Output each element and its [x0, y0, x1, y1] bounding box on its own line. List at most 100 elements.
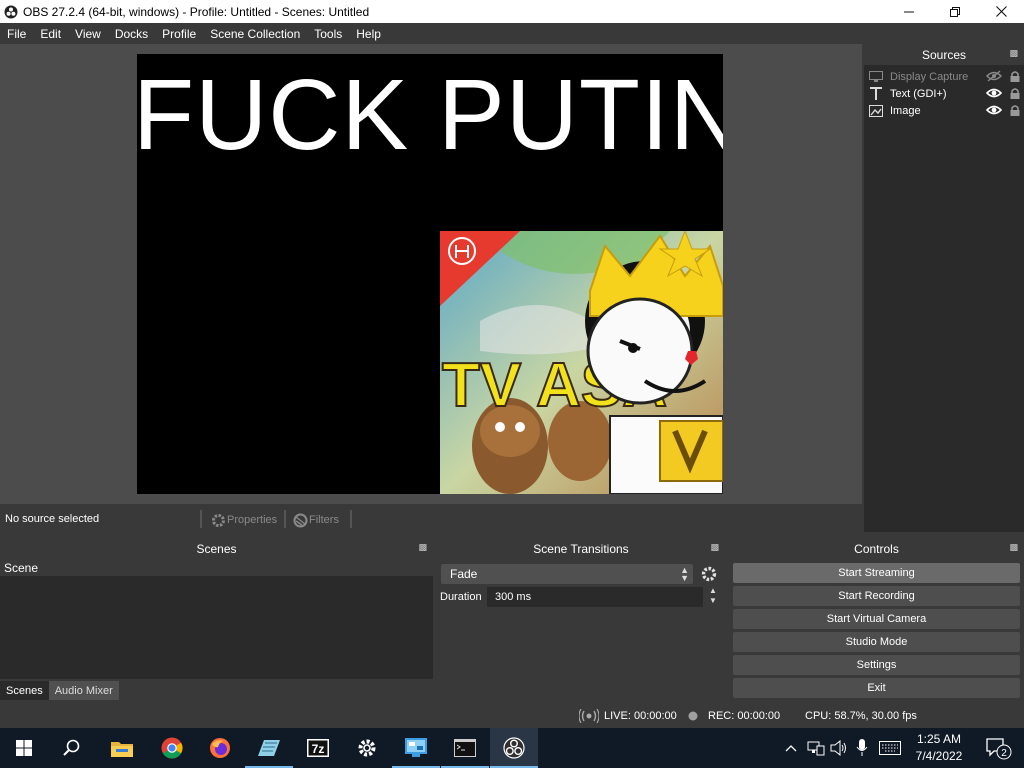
preview-area[interactable]: FUCK PUTIN TV ASA	[0, 44, 862, 504]
close-button[interactable]	[978, 0, 1024, 23]
menu-file[interactable]: File	[0, 27, 33, 41]
start-recording-button[interactable]: Start Recording	[733, 586, 1020, 606]
controls-title-bar: Controls ▩	[729, 538, 1024, 559]
tab-audio-mixer[interactable]: Audio Mixer	[48, 681, 119, 700]
taskbar-chrome[interactable]	[148, 728, 196, 768]
clock-date: 7/4/2022	[915, 749, 963, 763]
chevron-up-icon[interactable]: ▲	[709, 586, 717, 596]
studio-mode-button[interactable]: Studio Mode	[733, 632, 1020, 652]
taskbar-clock[interactable]: 1:25 AM 7/4/2022	[906, 731, 972, 765]
microphone-tray-button[interactable]	[852, 728, 872, 768]
menu-help[interactable]: Help	[349, 27, 388, 41]
7zip-icon: 7z	[307, 739, 329, 757]
chrome-icon	[161, 737, 183, 759]
toolbar-separator	[284, 510, 286, 528]
gear-icon	[212, 513, 225, 527]
exit-button[interactable]: Exit	[733, 678, 1020, 698]
source-toolbar: No source selected Properties Filters	[0, 504, 862, 534]
controls-dock: Controls ▩ Start Streaming Start Recordi…	[729, 538, 1024, 700]
scenes-tab-bar: Scenes Audio Mixer	[0, 679, 433, 700]
menu-bar: File Edit View Docks Profile Scene Colle…	[0, 23, 1024, 44]
7zip-label: 7z	[312, 742, 325, 756]
duration-input[interactable]: 300 ms	[487, 587, 703, 607]
touch-keyboard-button[interactable]	[876, 728, 904, 768]
transition-settings-button[interactable]	[700, 565, 718, 586]
chevron-up-icon	[785, 745, 797, 752]
menu-docks[interactable]: Docks	[108, 27, 155, 41]
restore-button[interactable]	[932, 0, 978, 23]
start-virtual-camera-button[interactable]: Start Virtual Camera	[733, 609, 1020, 629]
rec-time: REC: 00:00:00	[708, 710, 781, 722]
taskbar-search-button[interactable]	[48, 728, 96, 768]
taskbar-control-panel[interactable]	[392, 728, 440, 768]
no-source-label: No source selected	[5, 513, 100, 525]
taskbar: 7z 1:25 AM 7/4/2022 2	[0, 728, 1024, 768]
source-item-image[interactable]: Image	[864, 102, 1024, 119]
undock-icon[interactable]: ▩	[1009, 542, 1018, 553]
menu-profile[interactable]: Profile	[155, 27, 203, 41]
scenes-title-bar: Scenes ▩	[0, 538, 433, 559]
menu-view[interactable]: View	[68, 27, 108, 41]
minimize-button[interactable]	[886, 0, 932, 23]
lock-icon[interactable]	[1009, 70, 1021, 86]
network-tray-button[interactable]	[805, 728, 827, 768]
controls-title: Controls	[854, 541, 899, 556]
undock-icon[interactable]: ▩	[418, 542, 427, 553]
start-button[interactable]	[0, 728, 48, 768]
notification-count: 2	[1001, 748, 1007, 759]
filters-button[interactable]: Filters	[292, 511, 339, 529]
close-icon	[995, 6, 1007, 17]
taskbar-file-explorer[interactable]	[98, 728, 146, 768]
text-icon	[868, 86, 884, 101]
duration-stepper[interactable]: ▲ ▼	[705, 586, 721, 608]
taskbar-terminal[interactable]	[441, 728, 489, 768]
source-name: Text (GDI+)	[890, 87, 947, 100]
taskbar-obs[interactable]	[490, 728, 538, 768]
eye-hidden-icon[interactable]	[985, 70, 1003, 85]
title-bar: OBS 27.2.4 (64-bit, windows) - Profile: …	[0, 0, 1024, 23]
clock-time: 1:25 AM	[916, 732, 962, 746]
settings-button[interactable]: Settings	[733, 655, 1020, 675]
notepad-icon	[258, 740, 280, 756]
start-streaming-button[interactable]: Start Streaming	[733, 563, 1020, 583]
scene-list-item[interactable]: Scene	[0, 559, 433, 576]
search-icon	[63, 739, 80, 756]
filters-label: Filters	[309, 514, 339, 526]
image-source-preview[interactable]: TV ASA	[440, 231, 723, 494]
menu-scene-collection[interactable]: Scene Collection	[203, 27, 307, 41]
control-panel-icon	[405, 738, 427, 757]
eye-icon[interactable]	[985, 87, 1003, 102]
preview-canvas[interactable]: FUCK PUTIN TV ASA	[137, 54, 723, 494]
undock-icon[interactable]: ▩	[1009, 48, 1018, 59]
windows-start-icon	[16, 740, 32, 756]
taskbar-firefox[interactable]	[196, 728, 244, 768]
text-source-preview[interactable]: FUCK PUTIN	[137, 58, 723, 173]
settings-icon	[358, 739, 376, 757]
notifications-button[interactable]: 2	[978, 728, 1018, 768]
transition-select[interactable]: Fade ▲ ▼	[441, 564, 693, 584]
taskbar-7zip[interactable]: 7z	[294, 728, 342, 768]
lock-icon[interactable]	[1009, 104, 1021, 120]
volume-tray-button[interactable]	[828, 728, 850, 768]
menu-tools[interactable]: Tools	[307, 27, 349, 41]
scenes-dock: Scenes ▩ Scene	[0, 538, 433, 700]
sources-title-bar: Sources ▩	[864, 44, 1024, 65]
eye-icon[interactable]	[985, 104, 1003, 119]
taskbar-notepad[interactable]	[245, 728, 293, 768]
chevron-down-icon[interactable]: ▼	[709, 596, 717, 606]
file-explorer-icon	[111, 742, 133, 757]
source-item-text[interactable]: Text (GDI+)	[864, 85, 1024, 102]
source-name: Image	[890, 104, 921, 117]
scenes-title: Scenes	[196, 541, 237, 556]
undock-icon[interactable]: ▩	[710, 542, 719, 553]
show-hidden-icons-button[interactable]	[782, 728, 800, 768]
record-status-icon	[688, 711, 698, 724]
taskbar-settings[interactable]	[343, 728, 391, 768]
menu-edit[interactable]: Edit	[33, 27, 68, 41]
tab-scenes[interactable]: Scenes	[0, 681, 49, 700]
scene-transitions-dock: Scene Transitions ▩ Fade ▲ ▼ Duration 300…	[437, 538, 725, 700]
lock-icon[interactable]	[1009, 87, 1021, 103]
obs-logo-icon	[4, 5, 18, 18]
properties-button[interactable]: Properties	[210, 511, 277, 529]
source-item-display-capture[interactable]: Display Capture	[864, 68, 1024, 85]
